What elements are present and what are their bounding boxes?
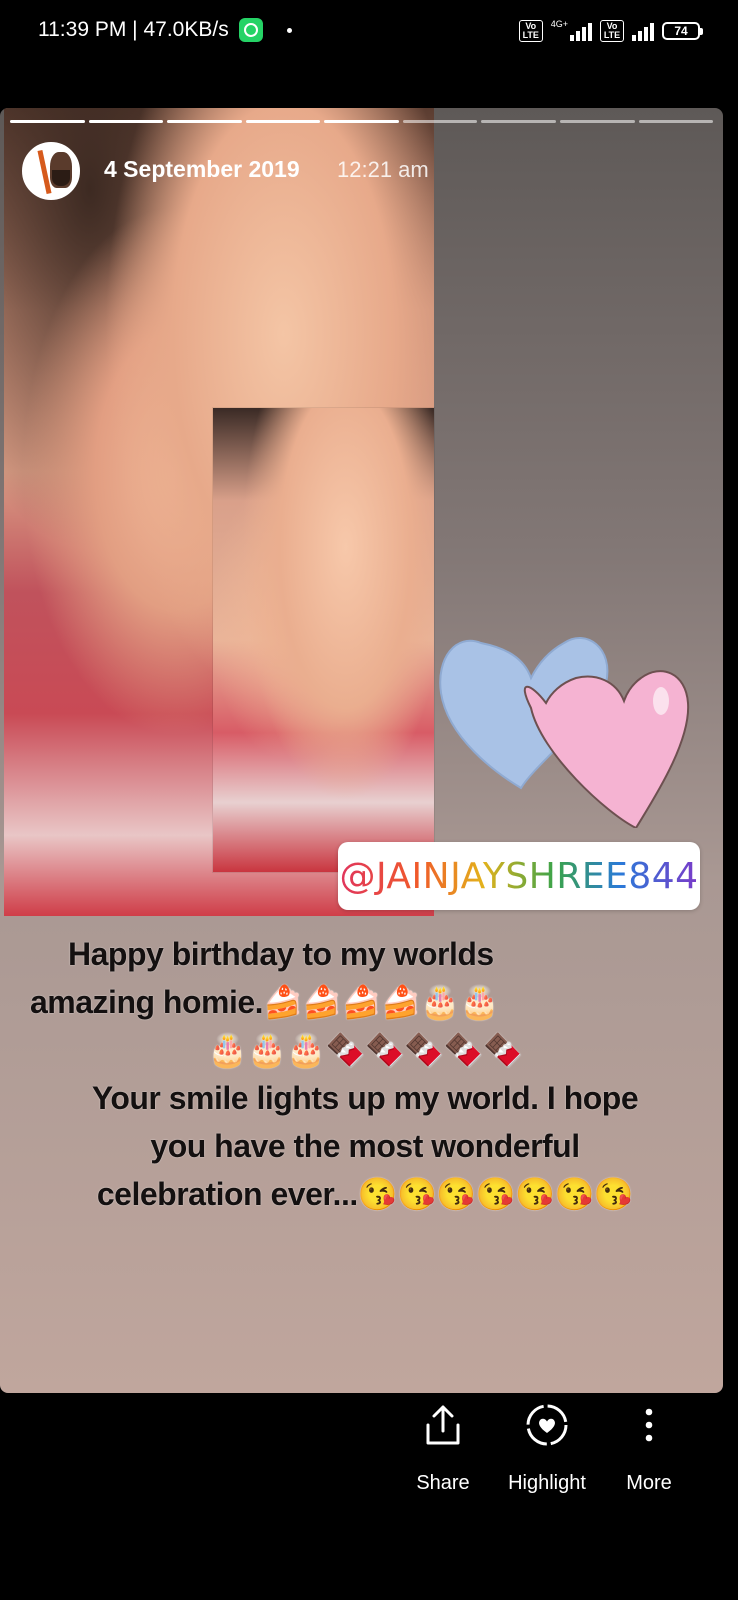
highlight-icon [492, 1400, 602, 1450]
signal-sim1-icon [570, 21, 592, 41]
progress-segment [88, 120, 164, 123]
share-icon [388, 1400, 498, 1450]
progress-segment [167, 120, 242, 123]
progress-segment [402, 120, 478, 123]
progress-segment [324, 120, 399, 123]
caption-line: amazing homie.🍰🍰🍰🍰🎂🎂 [30, 984, 500, 1020]
more-button[interactable]: More [594, 1400, 704, 1495]
progress-segment [10, 120, 85, 123]
signal-sim2-icon [632, 21, 654, 41]
story-progress-bar [10, 120, 714, 123]
story-caption: Happy birthday to my worlds amazing homi… [20, 930, 710, 1218]
story-actions-bar: Share Highlight More [0, 1400, 738, 1520]
status-bar: 11:39 PM | 47.0KB/s Vo LTE 4G+ Vo LTE 74 [0, 0, 738, 70]
profile-avatar[interactable] [22, 142, 80, 200]
caption-line: you have the most wonderful [150, 1128, 580, 1164]
highlight-button[interactable]: Highlight [492, 1400, 602, 1495]
caption-line: Happy birthday to my worlds [68, 936, 494, 972]
share-label: Share [416, 1472, 470, 1494]
status-net-speed: 47.0KB/s [143, 18, 229, 41]
story-photo-inset [213, 408, 434, 872]
caption-line: celebration ever...😘😘😘😘😘😘😘 [96, 1176, 634, 1212]
caption-line: Your smile lights up my world. I hope [91, 1080, 639, 1116]
highlight-label: Highlight [508, 1472, 586, 1494]
whatsapp-notification-icon [238, 18, 263, 42]
progress-segment [245, 120, 321, 123]
status-right: Vo LTE 4G+ Vo LTE 74 [518, 19, 703, 42]
story-viewer[interactable]: 4 September 2019 12:21 am @JAINJAYSHREE8… [0, 108, 723, 1393]
share-button[interactable]: Share [388, 1400, 498, 1495]
battery-level: 74 [674, 24, 688, 38]
hearts-sticker-icon [439, 637, 690, 828]
story-time: 12:21 am [337, 157, 429, 182]
notification-dot-icon [286, 27, 292, 33]
status-separator: | [132, 18, 138, 41]
progress-segment [481, 120, 556, 123]
status-time: 11:39 PM [38, 18, 127, 41]
mention-text: @JAINJAYSHREE844 [339, 855, 699, 897]
story-date: 4 September 2019 [104, 156, 300, 182]
mention-sticker[interactable]: @JAINJAYSHREE844 [338, 842, 700, 910]
more-label: More [626, 1472, 672, 1494]
network-type-label: 4G+ [550, 19, 568, 29]
caption-line: 🎂🎂🎂🍫🍫🍫🍫🍫 [207, 1032, 523, 1068]
progress-segment [638, 120, 714, 123]
progress-segment [559, 120, 635, 123]
battery-icon: 74 [662, 22, 703, 40]
volte-badge-sim2: Vo LTE [600, 20, 624, 42]
more-vertical-icon [594, 1400, 704, 1450]
volte-badge-sim1: Vo LTE [518, 20, 543, 42]
status-left: 11:39 PM | 47.0KB/s [38, 18, 292, 42]
